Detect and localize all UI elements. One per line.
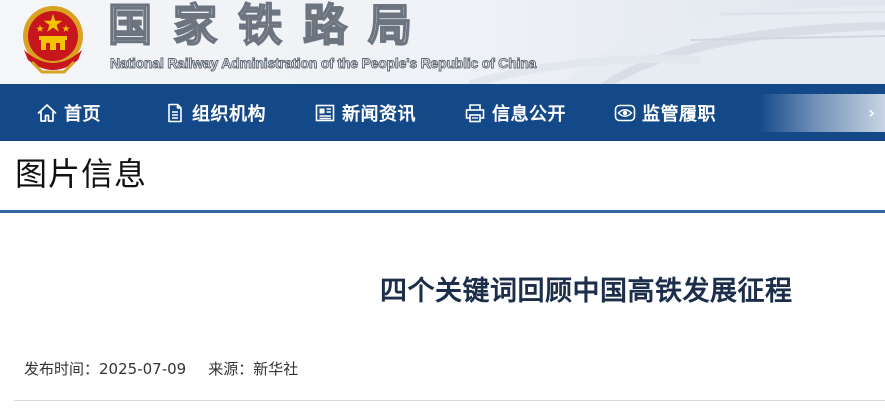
source-label: 来源：: [208, 360, 254, 378]
meta-divider: [14, 400, 885, 401]
more-icon[interactable]: ›: [868, 103, 875, 122]
date-label: 发布时间：: [24, 360, 100, 378]
article-title: 四个关键词回顾中国高铁发展征程: [380, 276, 793, 307]
nav-item-label: 信息公开: [492, 103, 566, 125]
document-icon: [164, 102, 186, 124]
nav-item-home[interactable]: 首页: [36, 84, 101, 141]
site-banner: 国家铁路局 National Railway Administration of…: [0, 0, 885, 84]
nav-item-organization[interactable]: 组织机构: [164, 84, 266, 141]
printer-icon: [464, 102, 486, 124]
national-emblem-icon: [23, 6, 83, 74]
article-meta: 发布时间：2025-07-09 来源：新华社: [24, 358, 298, 380]
nav-item-label: 监管履职: [642, 103, 716, 125]
article-source: 新华社: [253, 360, 299, 378]
section-divider: [0, 210, 885, 213]
site-subtitle: National Railway Administration of the P…: [110, 55, 537, 72]
nav-overflow-fade: ›: [758, 94, 885, 132]
main-nav: 首页 组织机构 新闻资讯 信息公开 监管履职 ›: [0, 84, 885, 141]
site-title: 国家铁路局: [107, 0, 433, 52]
eye-icon: [614, 102, 636, 124]
section-title: 图片信息: [15, 155, 148, 193]
nav-item-label: 新闻资讯: [342, 103, 416, 125]
publish-date: 2025-07-09: [99, 360, 187, 378]
nav-item-label: 组织机构: [192, 103, 266, 125]
page: 国家铁路局 National Railway Administration of…: [0, 0, 885, 409]
nav-item-label: 首页: [64, 103, 101, 125]
nav-item-public-info[interactable]: 信息公开: [464, 84, 566, 141]
home-icon: [36, 102, 58, 124]
newspaper-icon: [314, 102, 336, 124]
nav-item-supervision[interactable]: 监管履职: [614, 84, 716, 141]
nav-item-news[interactable]: 新闻资讯: [314, 84, 416, 141]
